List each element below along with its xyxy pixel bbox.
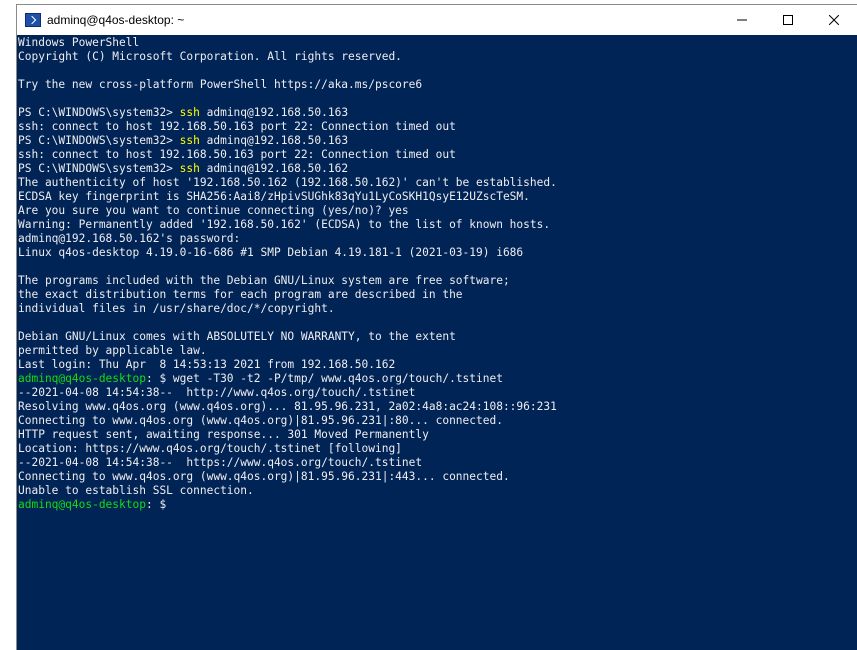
console-line: Debian GNU/Linux comes with ABSOLUTELY N… (17, 330, 857, 344)
console-line: adminq@192.168.50.162's password: (17, 232, 857, 246)
console-line: individual files in /usr/share/doc/*/cop… (17, 302, 857, 316)
console-line: Connecting to www.q4os.org (www.q4os.org… (17, 414, 857, 428)
console-line: Try the new cross-platform PowerShell ht… (17, 78, 857, 92)
console-text: Location: https://www.q4os.org/touch/.ts… (18, 442, 402, 455)
console-text: adminq@192.168.50.162 (199, 162, 349, 175)
console-line: Last login: Thu Apr 8 14:53:13 2021 from… (17, 358, 857, 372)
window-title: adminq@q4os-desktop: ~ (47, 13, 185, 27)
console-line: The authenticity of host '192.168.50.162… (17, 176, 857, 190)
console-text: Copyright (C) Microsoft Corporation. All… (18, 50, 402, 63)
command-keyword: ssh (179, 162, 200, 175)
console-text: adminq@192.168.50.163 (199, 134, 349, 147)
console-line: --2021-04-08 14:54:38-- http://www.q4os.… (17, 386, 857, 400)
console-text: ssh: connect to host 192.168.50.163 port… (18, 148, 456, 161)
console-text: HTTP request sent, awaiting response... … (18, 428, 429, 441)
console-line: Copyright (C) Microsoft Corporation. All… (17, 50, 857, 64)
console-text: ssh: connect to host 192.168.50.163 port… (18, 120, 456, 133)
desktop-background (0, 0, 16, 650)
console-line: Are you sure you want to continue connec… (17, 204, 857, 218)
console-output[interactable]: Windows PowerShell Copyright (C) Microsof… (17, 35, 857, 650)
console-line: PS C:\WINDOWS\system32> ssh adminq@192.1… (17, 106, 857, 120)
console-line: ECDSA key fingerprint is SHA256:Aai8/zHp… (17, 190, 857, 204)
console-text: Unable to establish SSL connection. (18, 484, 254, 497)
powershell-icon (25, 13, 41, 27)
console-text: : $ (145, 498, 173, 511)
maximize-button[interactable] (765, 5, 811, 35)
console-line: The programs included with the Debian GN… (17, 274, 857, 288)
console-line: adminq@q4os-desktop: $ wget -T30 -t2 -P/… (17, 372, 857, 386)
console-line: --2021-04-08 14:54:38-- https://www.q4os… (17, 456, 857, 470)
console-line: Location: https://www.q4os.org/touch/.ts… (17, 442, 857, 456)
console-line: Windows PowerShell (17, 36, 857, 50)
console-text: Warning: Permanently added '192.168.50.1… (18, 218, 551, 231)
console-line: the exact distribution terms for each pr… (17, 288, 857, 302)
console-text: Last login: Thu Apr 8 14:53:13 2021 from… (18, 358, 396, 371)
prompt-user-host: adminq@q4os-desktop (18, 372, 146, 385)
console-line: adminq@q4os-desktop: $ (17, 498, 857, 512)
console-text: permitted by applicable law. (18, 344, 207, 357)
console-line: PS C:\WINDOWS\system32> ssh adminq@192.1… (17, 162, 857, 176)
console-text: PS C:\WINDOWS\system32> (18, 106, 180, 119)
console-line: permitted by applicable law. (17, 344, 857, 358)
terminal-window[interactable]: adminq@q4os-desktop: ~ Windows PowerShel… (16, 4, 857, 650)
console-line: ssh: connect to host 192.168.50.163 port… (17, 120, 857, 134)
console-line: Connecting to www.q4os.org (www.q4os.org… (17, 470, 857, 484)
command-keyword: ssh (179, 134, 200, 147)
console-text: Connecting to www.q4os.org (www.q4os.org… (18, 414, 503, 427)
console-text: The authenticity of host '192.168.50.162… (18, 176, 557, 189)
console-text: The programs included with the Debian GN… (18, 274, 510, 287)
console-text: adminq@192.168.50.162's password: (18, 232, 241, 245)
console-text: individual files in /usr/share/doc/*/cop… (18, 302, 335, 315)
console-line: Warning: Permanently added '192.168.50.1… (17, 218, 857, 232)
console-line: Unable to establish SSL connection. (17, 484, 857, 498)
console-text: Are you sure you want to continue connec… (18, 204, 409, 217)
console-text: Connecting to www.q4os.org (www.q4os.org… (18, 470, 510, 483)
title-bar[interactable]: adminq@q4os-desktop: ~ (17, 5, 857, 35)
console-text: --2021-04-08 14:54:38-- http://www.q4os.… (18, 386, 416, 399)
console-line: HTTP request sent, awaiting response... … (17, 428, 857, 442)
console-text: : $ wget -T30 -t2 -P/tmp/ www.q4os.org/t… (145, 372, 503, 385)
console-text: Resolving www.q4os.org (www.q4os.org)...… (18, 400, 557, 413)
close-button[interactable] (811, 5, 857, 35)
console-line: Linux q4os-desktop 4.19.0-16-686 #1 SMP … (17, 246, 857, 260)
console-text: PS C:\WINDOWS\system32> (18, 134, 180, 147)
console-text: --2021-04-08 14:54:38-- https://www.q4os… (18, 456, 423, 469)
command-keyword: ssh (179, 106, 200, 119)
console-text: Linux q4os-desktop 4.19.0-16-686 #1 SMP … (18, 246, 524, 259)
minimize-button[interactable] (719, 5, 765, 35)
console-text: the exact distribution terms for each pr… (18, 288, 463, 301)
maximize-icon (783, 15, 793, 25)
console-text: Debian GNU/Linux comes with ABSOLUTELY N… (18, 330, 456, 343)
console-line: Resolving www.q4os.org (www.q4os.org)...… (17, 400, 857, 414)
prompt-user-host: adminq@q4os-desktop (18, 498, 146, 511)
console-text: PS C:\WINDOWS\system32> (18, 162, 180, 175)
console-line: PS C:\WINDOWS\system32> ssh adminq@192.1… (17, 134, 857, 148)
console-text: adminq@192.168.50.163 (199, 106, 349, 119)
console-text: ECDSA key fingerprint is SHA256:Aai8/zHp… (18, 190, 530, 203)
minimize-icon (737, 19, 747, 21)
close-icon (829, 15, 839, 25)
console-text: Try the new cross-platform PowerShell ht… (18, 78, 423, 91)
console-text: Windows PowerShell (18, 36, 140, 49)
console-line: ssh: connect to host 192.168.50.163 port… (17, 148, 857, 162)
